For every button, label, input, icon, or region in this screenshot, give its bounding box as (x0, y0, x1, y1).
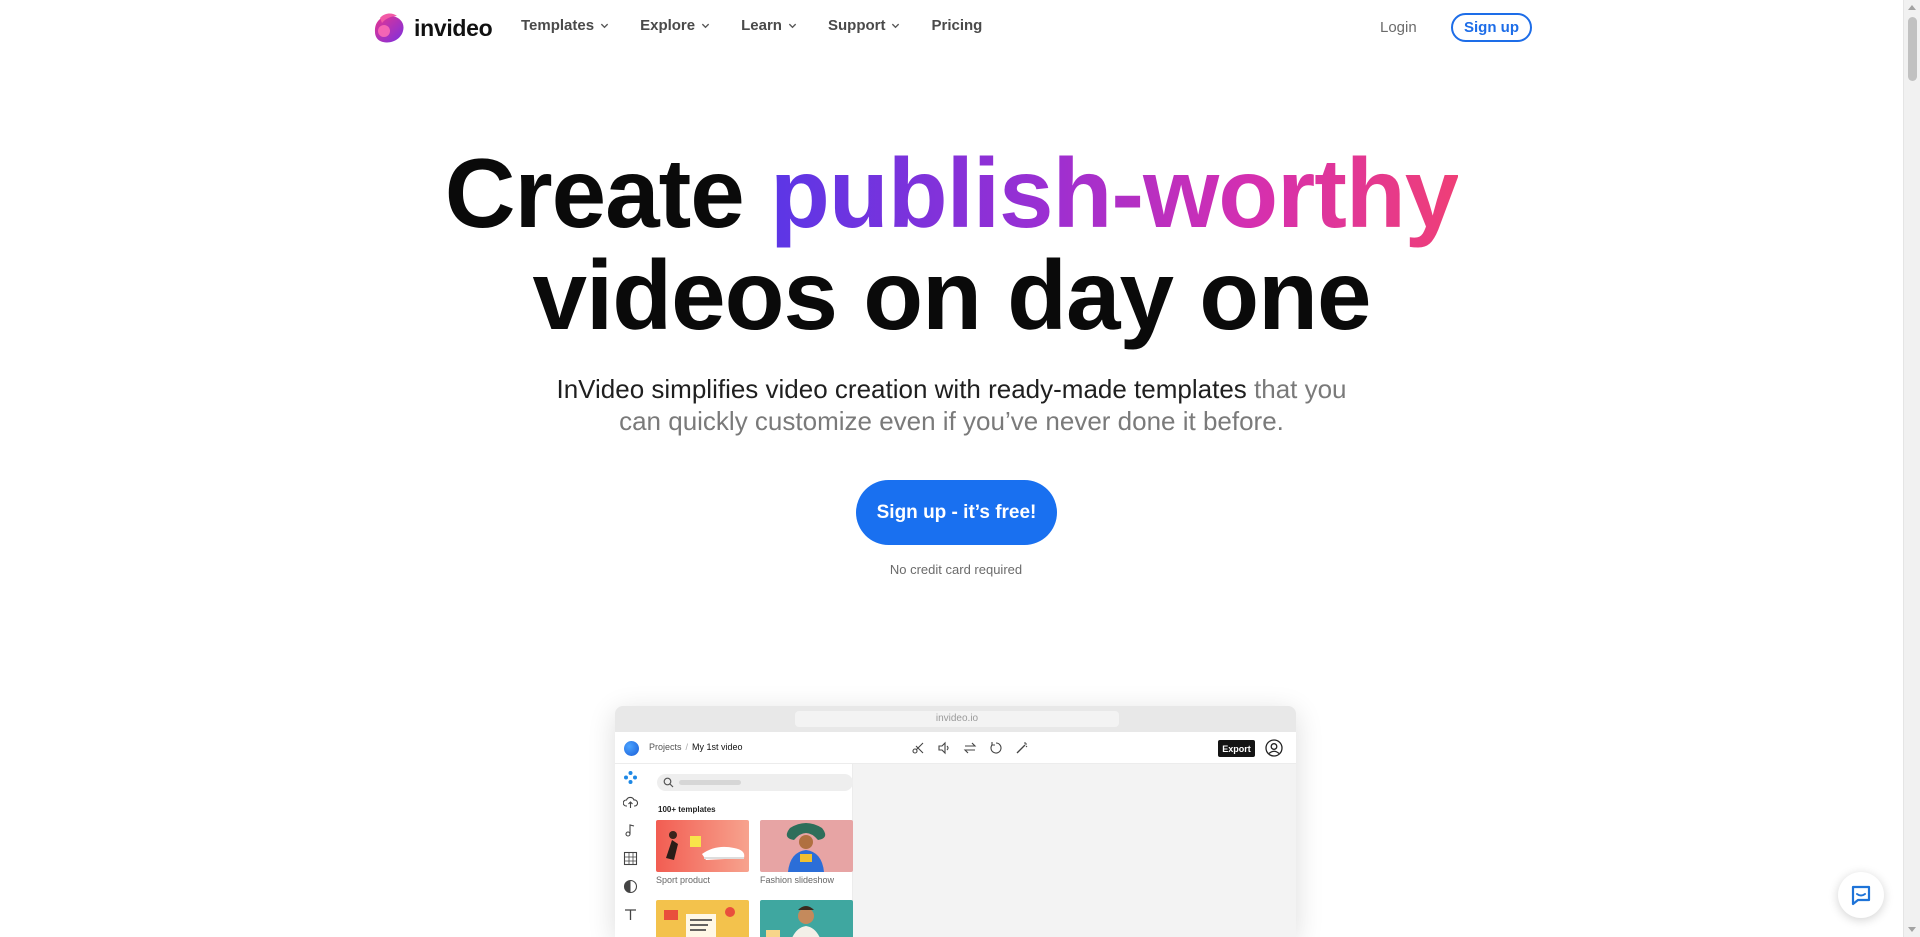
hero-title-highlight: publish-worthy (770, 138, 1459, 248)
templates-search-input[interactable] (657, 774, 853, 791)
template-label-fashion-slideshow: Fashion slideshow (760, 875, 835, 885)
menu-learn[interactable]: Learn (741, 17, 797, 34)
media-grid-icon[interactable] (623, 851, 638, 866)
no-credit-card-note: No credit card required (889, 562, 1023, 577)
template-thumbnail-fashion-slideshow[interactable] (760, 820, 853, 872)
login-link[interactable]: Login (1380, 19, 1417, 36)
chevron-down-icon (892, 23, 900, 29)
templates-icon[interactable] (623, 770, 638, 785)
template-3-image (656, 900, 749, 937)
breadcrumb-current: My 1st video (692, 742, 743, 752)
url-bar: invideo.io (795, 711, 1119, 727)
rotate-icon (990, 742, 1002, 754)
template-4-image (760, 900, 853, 937)
magic-wand-icon (1016, 742, 1028, 754)
invideo-logo[interactable]: invideo (370, 10, 493, 46)
breadcrumb: Projects / My 1st video (649, 742, 743, 752)
menu-learn-label: Learn (741, 17, 782, 34)
volume-icon (938, 741, 949, 755)
hero-subtitle-line-2: can quickly customize even if you’ve nev… (0, 405, 1903, 437)
swap-icon (963, 742, 977, 754)
menu-templates[interactable]: Templates (521, 17, 609, 34)
editor-tools (911, 741, 1029, 755)
chevron-down-icon (600, 23, 609, 29)
hero-title-line-2: videos on day one (532, 240, 1372, 350)
page-scrollbar[interactable] (1903, 0, 1920, 937)
template-thumbnail-4[interactable] (760, 900, 853, 937)
text-icon[interactable] (623, 907, 638, 922)
signup-free-button[interactable]: Sign up - it’s free! (856, 480, 1057, 545)
stickers-icon[interactable] (623, 879, 638, 894)
chat-bubble-icon (1851, 885, 1871, 906)
menu-pricing[interactable]: Pricing (931, 17, 982, 34)
editor-canvas[interactable] (853, 764, 1296, 937)
template-thumbnail-3[interactable] (656, 900, 749, 937)
logo-text: invideo (414, 14, 493, 41)
breadcrumb-projects: Projects (649, 742, 682, 752)
breadcrumb-separator: / (685, 742, 689, 752)
chevron-down-icon (788, 23, 797, 29)
template-thumbnail-sport-product[interactable] (656, 820, 749, 872)
template-label-sport-product: Sport product (656, 875, 711, 885)
menu-explore-label: Explore (640, 17, 696, 34)
sport-product-image (656, 820, 749, 872)
hero-subtitle-muted-2: can quickly customize even if you’ve nev… (619, 406, 1284, 436)
hero-subtitle-muted-1: that you (1246, 374, 1347, 404)
editor-preview: invideo.io Projects / My 1st video Export … (615, 706, 1296, 937)
templates-count: 100+ templates (658, 805, 716, 814)
top-navigation: invideo Templates Explore Learn Support … (0, 0, 1903, 55)
support-chat-button[interactable] (1838, 872, 1884, 918)
invideo-logo-icon (374, 13, 404, 43)
hero-title-line-1: Create publish-worthy (0, 144, 1903, 242)
templates-panel: 100+ templates Sport product Fashion sli… (645, 764, 853, 937)
signup-button[interactable]: Sign up (1451, 13, 1532, 42)
editor-left-rail (615, 764, 645, 937)
search-placeholder-bar (679, 780, 741, 785)
main-menu: Templates Explore Learn Support Pricing (521, 17, 1013, 34)
chevron-down-icon (701, 23, 710, 29)
menu-explore[interactable]: Explore (640, 17, 710, 34)
menu-templates-label: Templates (521, 17, 595, 34)
scroll-down-arrow-icon[interactable] (1908, 927, 1916, 932)
hero-title-plain: Create (444, 138, 770, 248)
hero-subtitle-dark: InVideo simplifies video creation with r… (556, 374, 1247, 404)
music-icon[interactable] (623, 823, 638, 838)
editor-toolbar: Projects / My 1st video Export (615, 732, 1296, 764)
menu-pricing-label: Pricing (931, 17, 983, 34)
menu-support-label: Support (827, 17, 886, 34)
hero-subtitle-line-1: InVideo simplifies video creation with r… (0, 373, 1903, 405)
account-icon[interactable] (1265, 739, 1283, 757)
upload-icon[interactable] (623, 795, 638, 810)
export-button[interactable]: Export (1218, 740, 1255, 757)
fashion-slideshow-image (760, 820, 853, 872)
search-icon (663, 777, 674, 788)
browser-bar: invideo.io (615, 706, 1296, 732)
scrollbar-thumb[interactable] (1908, 17, 1917, 81)
app-logo-icon (624, 741, 639, 756)
scissors-icon (912, 742, 924, 754)
scroll-up-arrow-icon[interactable] (1908, 5, 1916, 10)
menu-support[interactable]: Support (828, 17, 901, 34)
